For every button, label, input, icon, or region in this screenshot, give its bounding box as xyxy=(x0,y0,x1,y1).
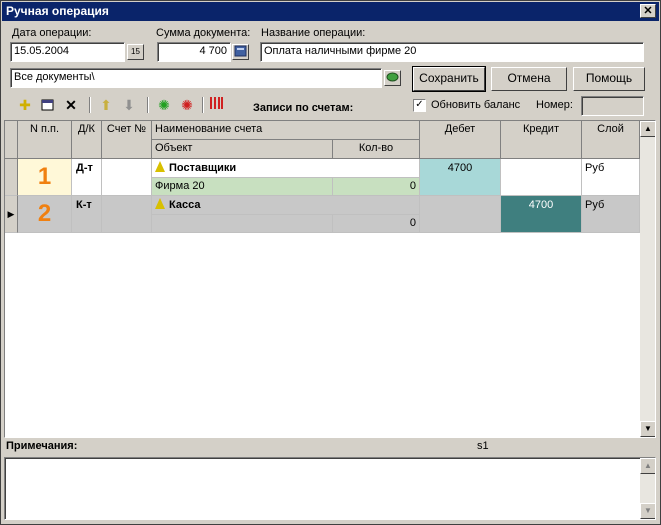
row-number: 2 xyxy=(18,196,72,233)
manual-operation-window: Ручная операция ✕ Дата операции: Сумма д… xyxy=(0,0,661,525)
row-indicator xyxy=(5,159,18,196)
notes-textarea[interactable]: ▲ ▼ xyxy=(4,457,656,520)
row-dk: Д-т xyxy=(72,159,102,196)
col-layer-header[interactable]: Слой xyxy=(582,121,640,159)
sum-input[interactable]: 4 700 xyxy=(157,42,231,62)
calculator-button[interactable] xyxy=(232,44,249,60)
row-indicator-header xyxy=(5,121,18,159)
move-down-icon[interactable]: ⬇ xyxy=(120,96,138,114)
toolbar-separator xyxy=(147,97,149,113)
row-credit: 4700 xyxy=(501,196,582,233)
number-label: Номер: xyxy=(536,99,573,111)
red-columns-icon xyxy=(210,97,223,109)
delete-icon[interactable]: ✕ xyxy=(62,96,80,114)
grid-vertical-scrollbar[interactable]: ▲ ▼ xyxy=(640,121,655,437)
add-icon[interactable]: ✚ xyxy=(16,96,34,114)
sum-label: Сумма документа: xyxy=(156,27,251,39)
row-account-no xyxy=(102,159,152,196)
account-name-text: Касса xyxy=(169,199,201,211)
calendar-button[interactable]: 15 xyxy=(127,44,144,60)
records-title: Записи по счетам: xyxy=(253,102,354,114)
col-debit-header[interactable]: Дебет xyxy=(420,121,501,159)
notes-label: Примечания: xyxy=(6,440,78,452)
row-credit xyxy=(501,159,582,196)
col-object-header[interactable]: Объект xyxy=(152,140,333,159)
cancel-button[interactable]: Отмена xyxy=(491,67,567,91)
col-num-header[interactable]: N п.п. xyxy=(18,121,72,159)
row-qty: 0 xyxy=(333,178,420,196)
row-layer: Руб xyxy=(582,196,640,233)
help-button[interactable]: Помощь xyxy=(573,67,645,91)
col-credit-header[interactable]: Кредит xyxy=(501,121,582,159)
documents-path-input[interactable]: Все документы\ xyxy=(10,68,382,88)
refresh-balance-label: Обновить баланс xyxy=(431,99,521,111)
row-debit: 4700 xyxy=(420,159,501,196)
move-up-icon[interactable]: ⬆ xyxy=(97,96,115,114)
status-text: s1 xyxy=(477,440,489,452)
notes-vertical-scrollbar[interactable]: ▲ ▼ xyxy=(640,458,655,519)
edit-doc-icon xyxy=(41,99,54,111)
row-object xyxy=(152,215,333,233)
refresh-balance-checkbox[interactable]: ✓ xyxy=(413,99,426,112)
row-layer: Руб xyxy=(582,159,640,196)
notes-scroll-down-arrow-icon[interactable]: ▼ xyxy=(640,503,655,519)
row-account-name: Касса xyxy=(152,196,420,215)
red-gear-icon[interactable]: ✺ xyxy=(178,96,196,114)
scroll-down-arrow-icon[interactable]: ▼ xyxy=(640,421,655,437)
entries-grid[interactable]: N п.п. Д/К Счет № Наименование счета Объ… xyxy=(4,120,656,438)
date-label: Дата операции: xyxy=(12,27,92,39)
row-debit xyxy=(420,196,501,233)
current-row-arrow-icon: ▶ xyxy=(5,196,18,233)
row-number: 1 xyxy=(18,159,72,196)
row-qty: 0 xyxy=(333,215,420,233)
date-input[interactable]: 15.05.2004 xyxy=(10,42,125,62)
browse-folder-button[interactable] xyxy=(384,70,401,86)
window-title: Ручная операция xyxy=(6,4,109,18)
operation-name-input[interactable]: Оплата наличными фирме 20 xyxy=(260,42,644,62)
toolbar-separator xyxy=(202,97,204,113)
folder-icon xyxy=(386,72,399,82)
row-account-name: Поставщики xyxy=(152,159,420,178)
col-dk-header[interactable]: Д/К xyxy=(72,121,102,159)
col-qty-header[interactable]: Кол-во xyxy=(333,140,420,159)
account-icon xyxy=(155,198,165,209)
toolbar-separator xyxy=(89,97,91,113)
edit-icon[interactable] xyxy=(39,96,57,114)
row-account-no xyxy=(102,196,152,233)
columns-icon[interactable] xyxy=(207,96,225,114)
row-object: Фирма 20 xyxy=(152,178,333,196)
account-name-text: Поставщики xyxy=(169,162,237,174)
save-button[interactable]: Сохранить xyxy=(412,66,486,92)
notes-scroll-up-arrow-icon[interactable]: ▲ xyxy=(640,458,655,474)
account-icon xyxy=(155,161,165,172)
col-account-no-header[interactable]: Счет № xyxy=(102,121,152,159)
row-dk: К-т xyxy=(72,196,102,233)
title-bar: Ручная операция ✕ xyxy=(2,2,659,21)
operation-name-label: Название операции: xyxy=(261,27,366,39)
close-button[interactable]: ✕ xyxy=(640,4,656,18)
number-input[interactable] xyxy=(581,96,644,116)
calculator-icon xyxy=(234,45,247,57)
col-account-name-header[interactable]: Наименование счета xyxy=(152,121,420,140)
scroll-up-arrow-icon[interactable]: ▲ xyxy=(640,121,655,137)
green-gear-icon[interactable]: ✺ xyxy=(155,96,173,114)
